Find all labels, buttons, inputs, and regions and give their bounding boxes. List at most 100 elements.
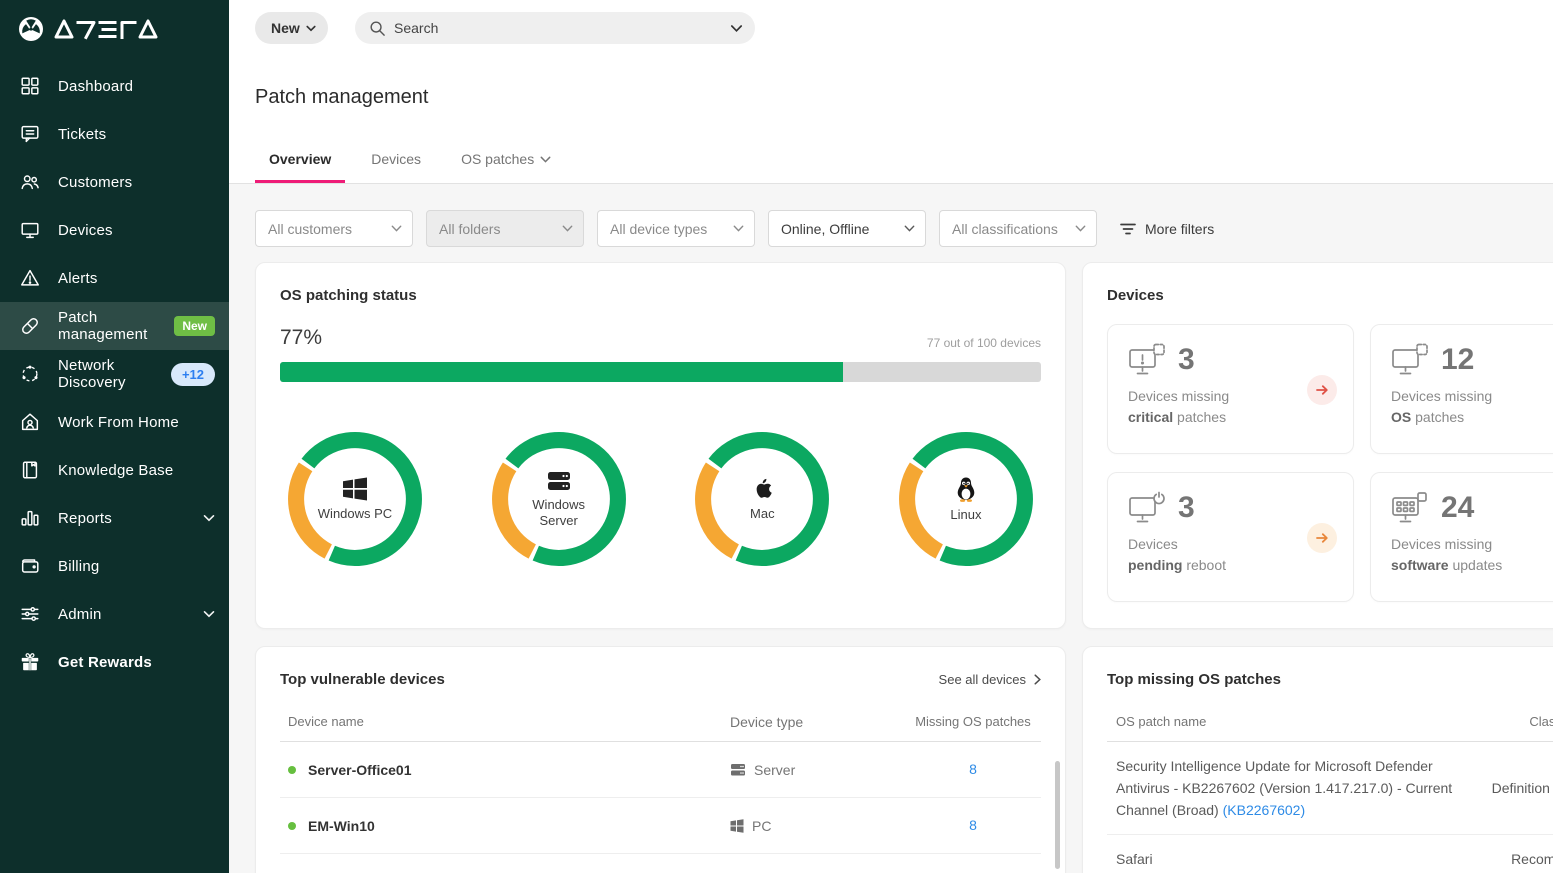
tile-missing-os-patches[interactable]: 12 Devices missing OS patches	[1370, 324, 1553, 454]
table-row[interactable]: EM-Win10 PC 8	[280, 798, 1041, 854]
donut-label: Windows PC	[318, 506, 392, 522]
platform-donuts: Windows PC Windows Server	[280, 424, 1041, 574]
column-missing-patches: Missing OS patches	[913, 714, 1033, 729]
card-title: OS patching status	[280, 287, 1041, 304]
sidebar-item-alerts[interactable]: Alerts	[0, 254, 229, 302]
reports-icon	[18, 506, 42, 530]
kb-link[interactable]: (KB2267602)	[1223, 802, 1306, 818]
tickets-icon	[18, 122, 42, 146]
global-search	[355, 12, 755, 44]
sidebar-item-devices[interactable]: Devices	[0, 206, 229, 254]
classifications-filter-value: All classifications	[952, 221, 1075, 237]
sidebar-item-billing[interactable]: Billing	[0, 542, 229, 590]
sidebar-item-get-rewards[interactable]: Get Rewards	[0, 638, 229, 686]
table-row[interactable]: Server-Office01 Server 8	[280, 742, 1041, 798]
atera-logo[interactable]	[0, 0, 229, 56]
sidebar-item-customers[interactable]: Customers	[0, 158, 229, 206]
tab-os-patches[interactable]: OS patches	[447, 151, 565, 183]
patched-percent: 77%	[280, 326, 322, 350]
table-row[interactable]: Safari Recommended	[1107, 835, 1553, 873]
os-patching-status-card: OS patching status 77% 77 out of 100 dev…	[255, 262, 1066, 629]
tab-devices[interactable]: Devices	[357, 151, 435, 183]
chevron-down-icon[interactable]	[730, 24, 743, 33]
linux-donut[interactable]: Linux	[891, 424, 1041, 574]
customers-icon	[18, 170, 42, 194]
tile-pending-reboot[interactable]: 3 Devices pending reboot	[1107, 472, 1354, 602]
new-badge: New	[174, 316, 215, 336]
tile-line2-bold: critical	[1128, 409, 1173, 425]
sidebar-item-work-from-home[interactable]: Work From Home	[0, 398, 229, 446]
missing-patches-link[interactable]: 8	[969, 817, 977, 833]
folders-filter[interactable]: All folders	[426, 210, 584, 247]
windows-icon	[342, 477, 368, 501]
devices-icon	[18, 218, 42, 242]
device-name: Server-Office01	[308, 762, 412, 778]
card-title: Top missing OS patches	[1107, 671, 1553, 688]
tab-overview[interactable]: Overview	[255, 151, 345, 183]
device-types-filter-value: All device types	[610, 221, 733, 237]
os-patch-name: Safari	[1116, 851, 1153, 867]
table-scrollbar[interactable]	[1055, 761, 1060, 869]
tile-value: 12	[1441, 343, 1474, 377]
patched-caption: 77 out of 100 devices	[927, 336, 1041, 350]
mac-donut[interactable]: Mac	[687, 424, 837, 574]
page-header: New Patch management Overview Devices	[229, 0, 1553, 184]
donut-label: Windows Server	[516, 497, 602, 529]
tile-line1: Devices	[1128, 536, 1178, 552]
tile-missing-critical-patches[interactable]: 3 Devices missing critical patches	[1107, 324, 1354, 454]
admin-icon	[18, 602, 42, 626]
windows-pc-donut[interactable]: Windows PC	[280, 424, 430, 574]
sidebar-item-label: Tickets	[58, 126, 106, 143]
patch-classification: Definition Updates	[1492, 780, 1553, 796]
devices-summary-card: Devices 3 Devices missing critical patch…	[1082, 262, 1553, 629]
monitor-critical-patch-icon	[1128, 343, 1166, 377]
more-filters-button[interactable]: More filters	[1120, 221, 1214, 237]
sidebar-item-admin[interactable]: Admin	[0, 590, 229, 638]
apps-monitor-icon	[1391, 491, 1429, 525]
column-device-name: Device name	[288, 714, 730, 729]
main-area: New Patch management Overview Devices	[229, 0, 1553, 873]
new-button[interactable]: New	[255, 12, 328, 44]
device-name: EM-Win10	[308, 818, 375, 834]
server-icon	[546, 470, 572, 492]
device-type: PC	[752, 818, 771, 834]
windows-server-donut[interactable]: Windows Server	[484, 424, 634, 574]
sidebar-item-label: Billing	[58, 558, 99, 575]
tile-missing-software-updates[interactable]: 24 Devices missing software updates	[1370, 472, 1553, 602]
monitor-patch-icon	[1391, 343, 1429, 377]
table-row[interactable]: Security Intelligence Update for Microso…	[1107, 742, 1553, 835]
donut-label: Mac	[750, 506, 775, 522]
see-all-devices-link[interactable]: See all devices	[939, 672, 1041, 687]
sidebar-item-network-discovery[interactable]: Network Discovery +12	[0, 350, 229, 398]
sidebar: Dashboard Tickets Customers Devices	[0, 0, 229, 873]
windows-icon	[730, 819, 744, 833]
customers-filter[interactable]: All customers	[255, 210, 413, 247]
apple-icon	[751, 476, 773, 501]
column-os-patch-name: OS patch name	[1116, 714, 1503, 729]
sidebar-item-label: Dashboard	[58, 78, 133, 95]
arrow-right-icon[interactable]	[1307, 523, 1337, 553]
network-discovery-count-badge: +12	[171, 363, 215, 386]
availability-filter[interactable]: Online, Offline	[768, 210, 926, 247]
sidebar-item-label: Get Rewards	[58, 654, 152, 671]
app-root: Dashboard Tickets Customers Devices	[0, 0, 1553, 873]
search-icon	[369, 20, 386, 37]
filters-row: All customers All folders All device typ…	[255, 210, 1214, 247]
sidebar-item-tickets[interactable]: Tickets	[0, 110, 229, 158]
missing-patches-link[interactable]: 8	[969, 761, 977, 777]
chevron-right-icon	[1034, 674, 1041, 685]
device-types-filter[interactable]: All device types	[597, 210, 755, 247]
sidebar-item-label: Admin	[58, 606, 102, 623]
see-all-devices-label: See all devices	[939, 672, 1026, 687]
sidebar-item-label: Patch management	[58, 309, 158, 343]
arrow-right-icon[interactable]	[1307, 375, 1337, 405]
sidebar-item-label: Network Discovery	[58, 357, 155, 391]
sidebar-item-reports[interactable]: Reports	[0, 494, 229, 542]
search-input[interactable]	[394, 20, 730, 36]
classifications-filter[interactable]: All classifications	[939, 210, 1097, 247]
tile-line2-rest: reboot	[1182, 557, 1226, 573]
tile-value: 3	[1178, 491, 1195, 525]
sidebar-item-knowledge-base[interactable]: Knowledge Base	[0, 446, 229, 494]
sidebar-item-dashboard[interactable]: Dashboard	[0, 62, 229, 110]
sidebar-item-patch-management[interactable]: Patch management New	[0, 302, 229, 350]
